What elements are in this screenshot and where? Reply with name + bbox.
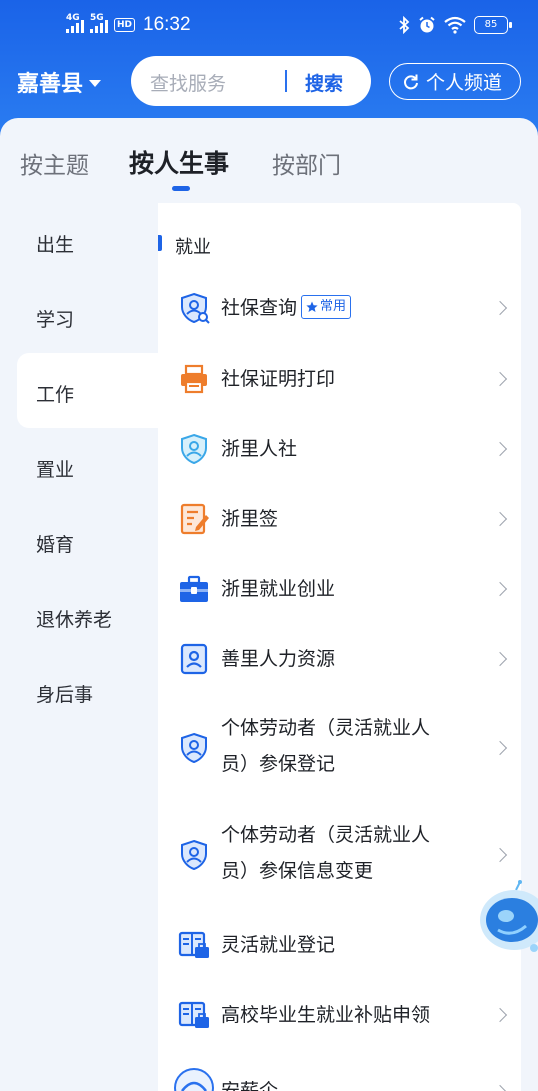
- chevron-right-icon: [492, 300, 508, 316]
- status-bar: 4G 5G HD 16:32 85: [0, 0, 538, 56]
- chevron-right-icon: [492, 740, 508, 756]
- chevron-right-icon: [492, 1084, 508, 1091]
- item-label: 浙里人社: [221, 438, 298, 460]
- list-item-zheli-employment[interactable]: 浙里就业创业: [158, 569, 521, 609]
- list-item-flexible-employment-registration[interactable]: 灵活就业登记: [158, 925, 521, 965]
- frequent-badge: 常用: [301, 294, 352, 319]
- chevron-right-icon: [492, 511, 508, 527]
- id-card-icon: [180, 643, 208, 675]
- list-item-individual-insurance-change[interactable]: 个体劳动者（灵活就业人 员）参保信息变更: [158, 815, 521, 895]
- hd-voice-icon: HD: [114, 18, 136, 32]
- chevron-right-icon: [492, 441, 508, 457]
- sidebar-item-property[interactable]: 置业: [36, 455, 74, 482]
- category-tabs: 按主题 按人生事 按部门: [0, 146, 538, 186]
- search-divider: [285, 70, 287, 92]
- list-item-individual-insurance-registration[interactable]: 个体劳动者（灵活就业人 员）参保登记: [158, 708, 521, 788]
- tab-by-department[interactable]: 按部门: [272, 146, 341, 180]
- item-label: 浙里签: [221, 508, 279, 530]
- book-briefcase-icon: [178, 1001, 209, 1028]
- document-sign-icon: [180, 503, 209, 535]
- tab-by-life-event[interactable]: 按人生事: [129, 144, 229, 180]
- chevron-right-icon: [492, 371, 508, 387]
- search-button[interactable]: 搜索: [305, 69, 343, 96]
- list-item-social-security-query[interactable]: 社保查询 常用: [158, 288, 521, 328]
- assistant-robot-icon[interactable]: [474, 880, 538, 970]
- status-time: 16:32: [143, 14, 191, 35]
- list-item-anxinqi[interactable]: 安薪企: [158, 1065, 521, 1091]
- tab-by-theme[interactable]: 按主题: [20, 146, 89, 180]
- cellular-signal-icon: 4G: [66, 13, 84, 33]
- shield-search-icon: [181, 292, 210, 324]
- battery-indicator: 85: [474, 16, 512, 34]
- sidebar-item-study[interactable]: 学习: [36, 305, 74, 332]
- sidebar-item-retirement[interactable]: 退休养老: [36, 605, 112, 632]
- wifi-icon: [444, 16, 466, 34]
- item-label: 高校毕业生就业补贴申领: [221, 1004, 431, 1026]
- star-icon: [306, 301, 318, 312]
- list-item-zheli-hr[interactable]: 浙里人社: [158, 429, 521, 469]
- list-item-zheli-sign[interactable]: 浙里签: [158, 499, 521, 539]
- item-label-line2: 员）参保信息变更: [221, 860, 374, 882]
- printer-icon: [181, 364, 207, 394]
- personal-channel-label: 个人频道: [426, 72, 503, 94]
- chevron-right-icon: [492, 847, 508, 863]
- chevron-down-icon: [89, 80, 102, 87]
- item-label: 个体劳动者（灵活就业人: [221, 824, 431, 846]
- book-briefcase-icon: [178, 931, 209, 958]
- item-label: 社保证明打印: [221, 368, 336, 390]
- bluetooth-icon: [399, 16, 410, 34]
- sidebar-item-marriage[interactable]: 婚育: [36, 530, 74, 557]
- item-label: 浙里就业创业: [221, 578, 336, 600]
- county-label: 嘉善县: [17, 72, 84, 97]
- search-input[interactable]: 查找服务: [150, 69, 226, 96]
- shield-user-icon: [181, 839, 207, 871]
- item-label: 灵活就业登记: [221, 934, 336, 956]
- shield-user-icon: [181, 433, 207, 465]
- refresh-icon: [404, 74, 418, 89]
- item-label-line2: 员）参保登记: [221, 753, 336, 775]
- list-item-shanli-hr[interactable]: 善里人力资源: [158, 639, 521, 679]
- item-label: 个体劳动者（灵活就业人: [221, 717, 431, 739]
- list-item-social-security-print[interactable]: 社保证明打印: [158, 359, 521, 399]
- item-label: 社保查询: [221, 297, 298, 319]
- circle-logo-icon: [174, 1068, 214, 1091]
- chevron-right-icon: [492, 581, 508, 597]
- briefcase-icon: [180, 575, 208, 602]
- section-marker: [158, 235, 162, 251]
- sidebar-item-work[interactable]: 工作: [36, 380, 74, 407]
- cellular-signal-5g-icon: 5G: [90, 13, 108, 33]
- search-bar[interactable]: 查找服务 搜索: [131, 56, 371, 106]
- sidebar-item-after-death[interactable]: 身后事: [36, 680, 93, 707]
- section-title: 就业: [175, 237, 211, 258]
- tab-indicator: [172, 186, 190, 191]
- item-label: 安薪企: [221, 1080, 279, 1091]
- personal-channel-button[interactable]: 个人频道: [389, 63, 521, 100]
- item-label: 善里人力资源: [221, 648, 336, 670]
- service-list: 就业 社保查询 常用 社保证明打印 浙里人社 浙里签 浙里就业创业 善里人力资源…: [158, 203, 521, 1091]
- county-selector[interactable]: 嘉善县: [17, 66, 102, 98]
- alarm-icon: [419, 16, 435, 33]
- chevron-right-icon: [492, 651, 508, 667]
- content-panel: 按主题 按人生事 按部门 出生 学习 工作 置业 婚育 退休养老 身后事 就业 …: [0, 118, 538, 1091]
- list-item-graduate-subsidy[interactable]: 高校毕业生就业补贴申领: [158, 995, 521, 1035]
- sidebar-item-birth[interactable]: 出生: [36, 230, 74, 257]
- shield-user-icon: [181, 732, 207, 764]
- chevron-right-icon: [492, 1007, 508, 1023]
